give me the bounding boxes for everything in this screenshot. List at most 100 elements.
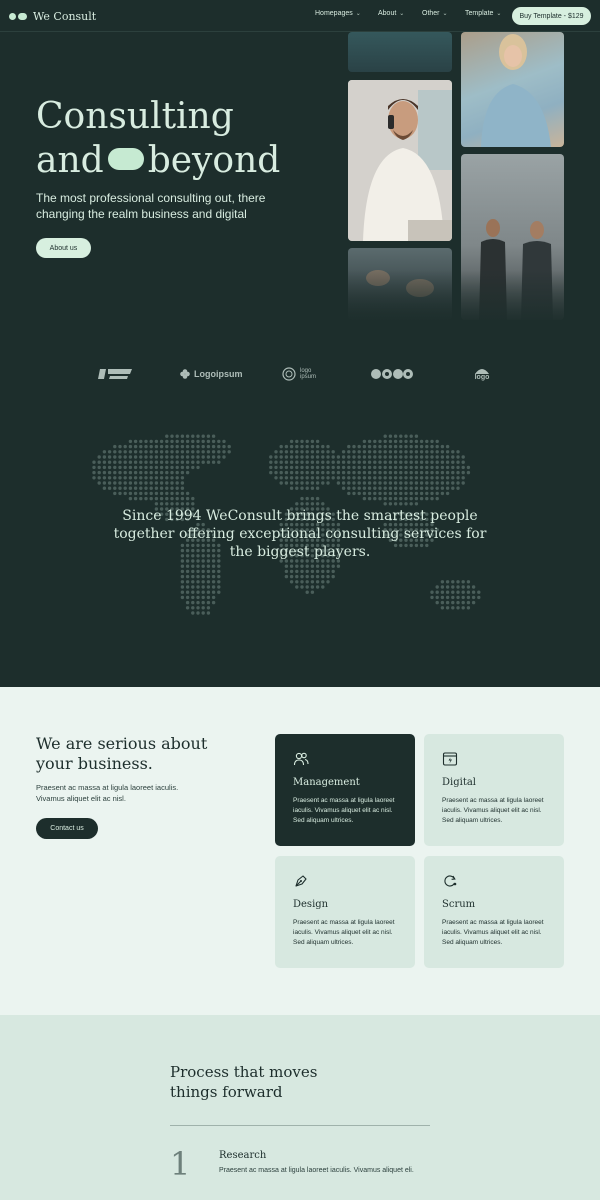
map-dot	[185, 595, 190, 600]
map-dot	[378, 496, 382, 501]
map-dot	[118, 470, 122, 475]
map-dot	[300, 496, 304, 501]
map-dot	[466, 600, 471, 605]
map-dot	[175, 450, 179, 454]
map-dot	[435, 470, 439, 475]
map-dot	[430, 486, 434, 490]
map-dot	[393, 491, 398, 496]
card-design[interactable]: Design Praesent ac massa at ligula laore…	[275, 856, 415, 968]
map-dot	[326, 460, 330, 464]
map-dot	[201, 434, 205, 438]
about-us-button[interactable]: About us	[36, 238, 91, 258]
client-logo-2-text: Logoipsum	[194, 369, 243, 379]
map-dot	[456, 465, 460, 470]
map-dot	[445, 590, 450, 594]
map-dot	[206, 585, 211, 589]
map-dot	[206, 460, 211, 464]
menu-homepages[interactable]: Homepages ⌄	[315, 10, 378, 17]
map-dot	[107, 470, 112, 475]
map-dot	[295, 564, 299, 568]
map-dot	[191, 465, 195, 470]
map-dot	[414, 470, 419, 475]
step-text: Praesent ac massa at ligula laoreet iacu…	[219, 1167, 414, 1174]
map-dot	[419, 486, 424, 490]
map-dot	[149, 486, 153, 490]
menu-other[interactable]: Other ⌄	[422, 10, 465, 17]
map-dot	[133, 486, 138, 490]
map-dot	[347, 476, 351, 480]
map-dot	[149, 481, 153, 485]
brand-logo[interactable]: We Consult	[9, 10, 96, 23]
map-dot	[435, 486, 439, 490]
map-dot	[139, 496, 143, 501]
main-menu: Homepages ⌄ About ⌄ Other ⌄ Template ⌄	[315, 10, 513, 17]
map-dot	[170, 434, 174, 438]
map-dot	[175, 434, 179, 438]
menu-about-label: About	[378, 10, 397, 17]
map-dot	[170, 476, 174, 480]
map-dot	[165, 481, 169, 485]
map-dot	[113, 465, 117, 470]
menu-about[interactable]: About ⌄	[378, 10, 422, 17]
menu-template[interactable]: Template ⌄	[465, 10, 513, 17]
map-dot	[393, 450, 398, 454]
map-dot	[451, 470, 455, 475]
map-dot	[326, 574, 330, 579]
map-dot	[445, 580, 450, 584]
map-dot	[289, 580, 294, 584]
map-dot	[123, 470, 127, 475]
map-dot	[165, 486, 169, 490]
map-dot	[185, 580, 190, 584]
map-dot	[191, 434, 195, 438]
map-dot	[144, 496, 148, 501]
map-dot	[393, 502, 398, 506]
map-dot	[419, 439, 424, 444]
map-dot	[123, 444, 127, 449]
map-dot	[362, 455, 367, 459]
map-dot	[284, 481, 289, 485]
map-dot	[435, 496, 439, 501]
map-dot	[315, 585, 320, 589]
map-dot	[414, 476, 419, 480]
map-dot	[321, 585, 325, 589]
map-dot	[118, 450, 122, 454]
card-management[interactable]: Management Praesent ac massa at ligula l…	[275, 734, 415, 846]
map-dot	[217, 590, 221, 594]
map-dot	[196, 600, 200, 605]
map-dot	[284, 470, 289, 475]
map-dot	[279, 444, 283, 449]
map-dot	[456, 585, 460, 589]
map-dot	[295, 569, 299, 574]
map-dot	[201, 580, 205, 584]
map-dot	[113, 470, 117, 475]
map-dot	[341, 470, 346, 475]
map-dot	[310, 465, 315, 470]
map-dot	[154, 450, 159, 454]
map-dot	[362, 439, 367, 444]
card-digital[interactable]: Digital Praesent ac massa at ligula laor…	[424, 734, 564, 846]
map-dot	[456, 470, 460, 475]
contact-us-button[interactable]: Contact us	[36, 818, 98, 839]
map-dot	[159, 439, 164, 444]
map-dot	[378, 481, 382, 485]
map-dot	[289, 470, 294, 475]
map-dot	[211, 450, 216, 454]
map-dot	[201, 595, 205, 600]
card-scrum[interactable]: Scrum Praesent ac massa at ligula laoree…	[424, 856, 564, 968]
hero-title-line2b: beyond	[147, 140, 281, 181]
map-dot	[357, 476, 361, 480]
map-dot	[154, 465, 159, 470]
map-dot	[414, 481, 419, 485]
map-dot	[310, 455, 315, 459]
map-dot	[440, 476, 445, 480]
map-dot	[352, 444, 356, 449]
buy-template-button[interactable]: Buy Template - $129	[512, 7, 591, 25]
map-dot	[321, 455, 325, 459]
map-dot	[404, 496, 408, 501]
map-dot	[399, 434, 403, 438]
map-dot	[466, 465, 471, 470]
step-title: Research	[219, 1150, 267, 1161]
map-dot	[404, 476, 408, 480]
map-dot	[123, 460, 127, 464]
map-dot	[336, 470, 341, 475]
